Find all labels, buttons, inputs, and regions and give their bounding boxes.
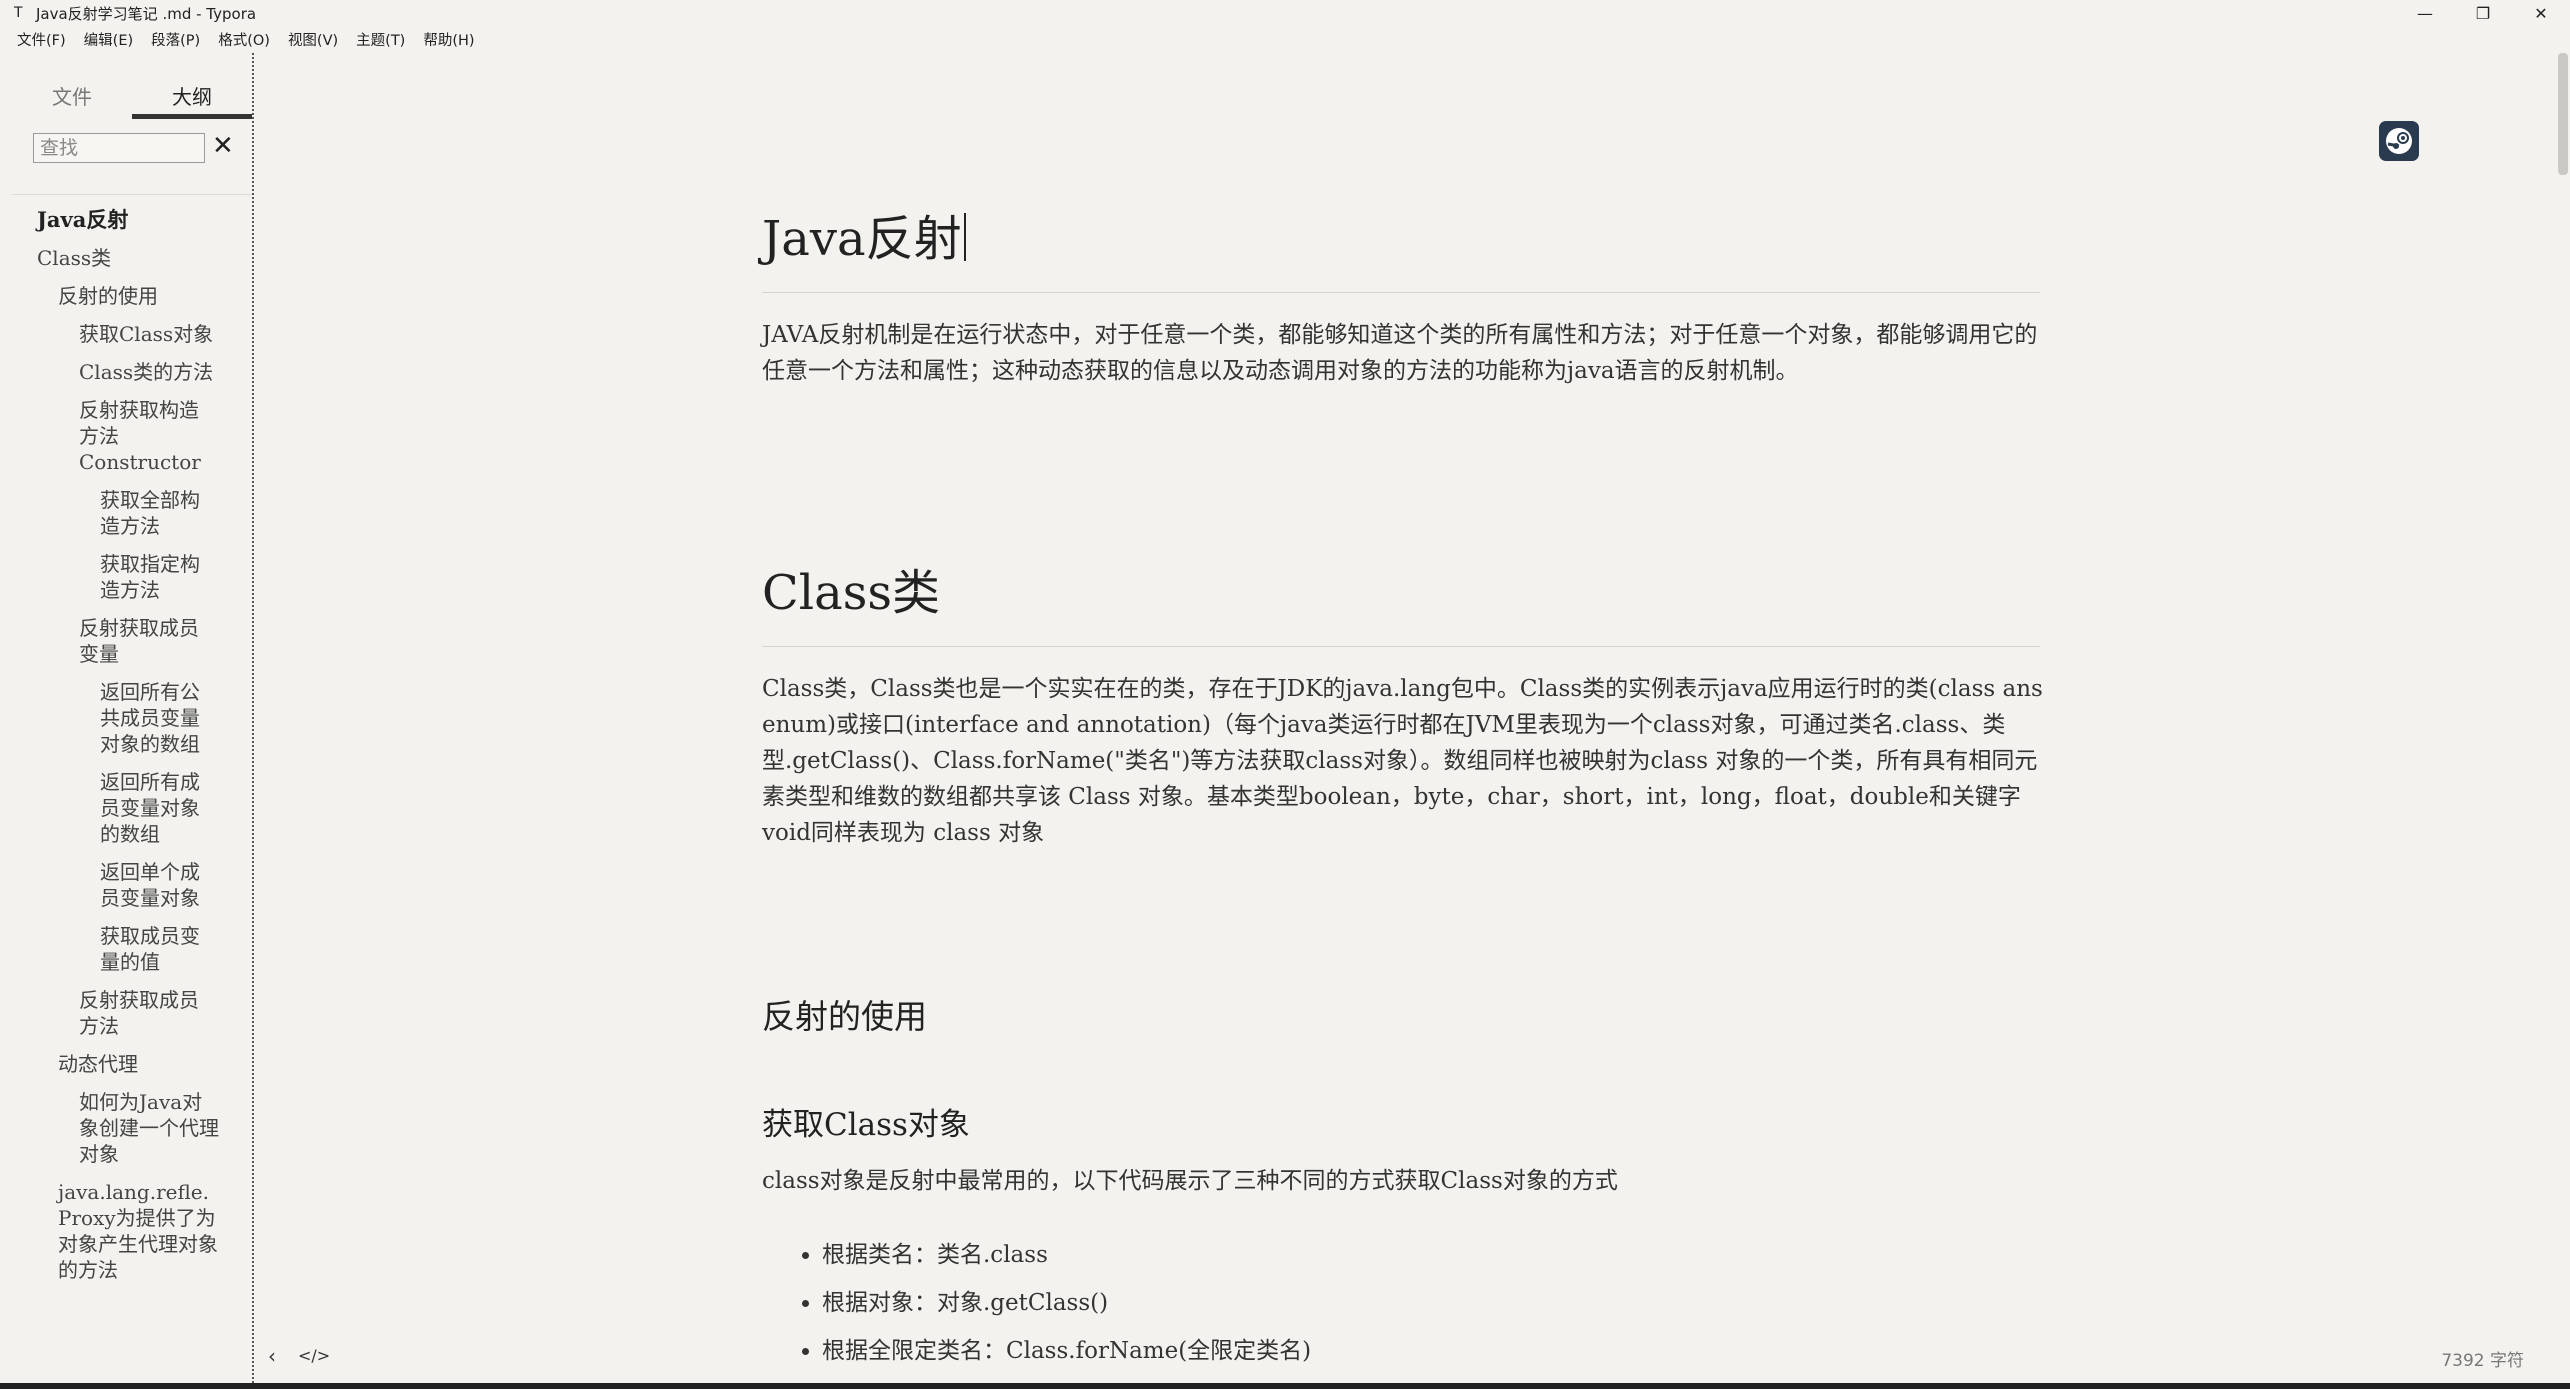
outline-item[interactable]: 反射的使用 xyxy=(0,283,250,309)
outline-item[interactable]: 如何为Java对象创建一个代理对象 xyxy=(0,1089,240,1167)
tab-outline[interactable]: 大纲 xyxy=(132,75,252,119)
taskbar-strip xyxy=(0,1383,2570,1389)
outline-item[interactable]: 获取全部构造方法 xyxy=(0,487,230,539)
menu-file[interactable]: 文件(F) xyxy=(0,29,75,50)
close-icon[interactable]: ✕ xyxy=(212,131,234,161)
bullet-list: 根据类名：类名.class 根据对象：对象.getClass() 根据全限定类名… xyxy=(762,1231,1311,1375)
sidebar: 文件 大纲 ✕ Java反射 Class类 反射的使用 获取Class对象 Cl… xyxy=(0,53,254,1383)
word-count[interactable]: 7392 字符 xyxy=(2441,1346,2524,1371)
outline-item[interactable]: Java反射 xyxy=(0,207,250,233)
list-item[interactable]: 根据对象：对象.getClass() xyxy=(822,1279,1311,1327)
window-controls: — ❐ ✕ xyxy=(2396,0,2570,26)
list-item[interactable]: 根据全限定类名：Class.forName(全限定类名) xyxy=(822,1327,1311,1375)
outline-item[interactable]: Class类 xyxy=(0,245,250,271)
heading-rule xyxy=(762,646,2040,647)
menu-bar: 文件(F) 编辑(E) 段落(P) 格式(O) 视图(V) 主题(T) 帮助(H… xyxy=(0,26,2570,53)
outline-item[interactable]: Class类的方法 xyxy=(0,359,250,385)
minimize-button[interactable]: — xyxy=(2396,0,2454,26)
menu-help[interactable]: 帮助(H) xyxy=(414,29,483,50)
outline-item[interactable]: 获取指定构造方法 xyxy=(0,551,230,603)
heading-rule xyxy=(762,292,2040,293)
outline-search-input[interactable] xyxy=(33,133,205,163)
steam-icon-glyph xyxy=(2386,128,2412,154)
document-heading-2[interactable]: Class类 xyxy=(762,553,940,623)
outline-item[interactable]: 反射获取成员变量 xyxy=(0,615,230,667)
outline-item[interactable]: 反射获取构造方法Constructor xyxy=(0,397,230,475)
outline-item[interactable]: 获取成员变量的值 xyxy=(0,923,230,975)
title-bar: T Java反射学习笔记 .md - Typora — ❐ ✕ xyxy=(0,0,2570,26)
menu-view[interactable]: 视图(V) xyxy=(279,29,347,50)
editor-area[interactable]: Java反射 JAVA反射机制是在运行状态中，对于任意一个类，都能够知道这个类的… xyxy=(254,53,2554,1383)
typora-app-icon: T xyxy=(14,5,23,21)
intro-paragraph[interactable]: JAVA反射机制是在运行状态中，对于任意一个类，都能够知道这个类的所有属性和方法… xyxy=(762,317,2052,389)
sidebar-tabs: 文件 大纲 xyxy=(12,75,252,119)
outline-item[interactable]: 返回单个成员变量对象 xyxy=(0,859,230,911)
get-class-paragraph[interactable]: class对象是反射中最常用的，以下代码展示了三种不同的方式获取Class对象的… xyxy=(762,1163,2052,1199)
tab-files[interactable]: 文件 xyxy=(12,75,132,119)
outline-item[interactable]: 返回所有公共成员变量对象的数组 xyxy=(0,679,230,757)
restore-button[interactable]: ❐ xyxy=(2454,0,2512,26)
window-title: Java反射学习笔记 .md - Typora xyxy=(36,4,257,23)
menu-theme[interactable]: 主题(T) xyxy=(347,29,414,50)
class-paragraph[interactable]: Class类，Class类也是一个实实在在的类，存在于JDK的java.lang… xyxy=(762,671,2052,851)
document-heading-3[interactable]: 反射的使用 xyxy=(762,990,927,1038)
outline-item[interactable]: 返回所有成员变量对象的数组 xyxy=(0,769,230,847)
scrollbar[interactable] xyxy=(2556,53,2570,1383)
scrollbar-thumb[interactable] xyxy=(2558,53,2568,175)
menu-format[interactable]: 格式(O) xyxy=(209,29,279,50)
outline-item[interactable]: 反射获取成员方法 xyxy=(0,987,230,1039)
close-window-button[interactable]: ✕ xyxy=(2512,0,2570,26)
divider xyxy=(12,194,252,195)
menu-paragraph[interactable]: 段落(P) xyxy=(142,29,209,50)
document-heading-4[interactable]: 获取Class对象 xyxy=(762,1099,970,1144)
text-caret xyxy=(963,213,966,261)
outline-item[interactable]: 动态代理 xyxy=(0,1051,250,1077)
outline-item[interactable]: 获取Class对象 xyxy=(0,321,250,347)
menu-edit[interactable]: 编辑(E) xyxy=(75,29,142,50)
steam-icon[interactable] xyxy=(2379,121,2419,161)
outline-item[interactable]: java.lang.refle.Proxy为提供了为对象产生代理对象的方法 xyxy=(0,1179,240,1283)
document-heading-1[interactable]: Java反射 xyxy=(762,199,966,269)
list-item[interactable]: 根据类名：类名.class xyxy=(822,1231,1311,1279)
outline-list: Java反射 Class类 反射的使用 获取Class对象 Class类的方法 … xyxy=(0,207,250,1295)
h1-text: Java反射 xyxy=(762,211,962,267)
